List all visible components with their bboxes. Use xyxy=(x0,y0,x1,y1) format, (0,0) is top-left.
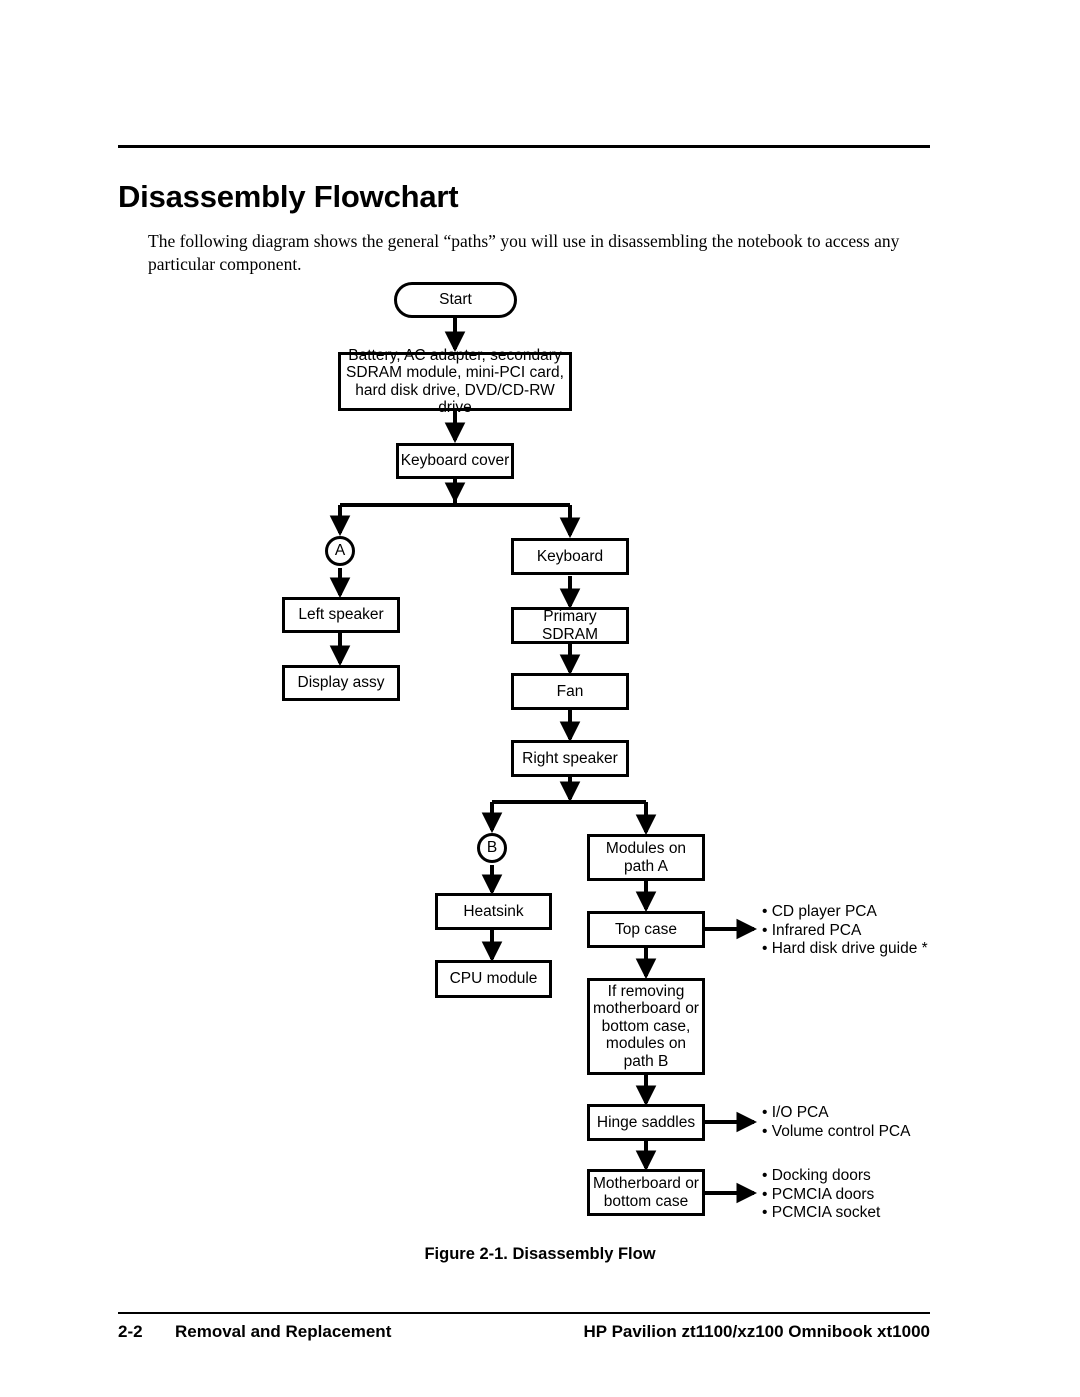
flow-node-label: Left speaker xyxy=(298,606,384,624)
flow-node-heatsink[interactable]: Heatsink xyxy=(435,893,552,930)
flow-node-display-assy[interactable]: Display assy xyxy=(282,665,400,701)
flow-node-left-speaker[interactable]: Left speaker xyxy=(282,597,400,633)
intro-paragraph: The following diagram shows the general … xyxy=(148,230,900,274)
footer-section-title: Removal and Replacement xyxy=(175,1322,392,1341)
flow-node-motherboard-bottom-case[interactable]: Motherboard or bottom case xyxy=(587,1169,705,1216)
flow-connector-a[interactable]: A xyxy=(325,536,355,566)
flow-node-label: CPU module xyxy=(449,970,538,988)
flow-node-modules-path-a[interactable]: Modules on path A xyxy=(587,834,705,881)
flow-node-label: Modules on path A xyxy=(605,840,687,875)
flow-node-start[interactable]: Start xyxy=(394,282,517,318)
page-title: Disassembly Flowchart xyxy=(118,178,459,214)
flow-node-keyboard-cover[interactable]: Keyboard cover xyxy=(396,443,514,479)
header-rule xyxy=(118,145,930,148)
footer-product-name: HP Pavilion zt1100/xz100 Omnibook xt1000 xyxy=(583,1322,930,1341)
flow-node-if-removing[interactable]: If removing motherboard or bottom case, … xyxy=(587,978,705,1075)
flow-node-label: Keyboard xyxy=(536,547,604,565)
flow-connector-b[interactable]: B xyxy=(477,833,507,863)
flow-node-label: Battery, AC adapter, secondary SDRAM mod… xyxy=(346,346,564,417)
flow-node-label: Right speaker xyxy=(522,749,618,767)
flow-node-label: Display assy xyxy=(297,674,385,692)
flow-node-label: If removing motherboard or bottom case, … xyxy=(593,982,699,1070)
flow-node-label: Heatsink xyxy=(463,902,524,920)
flow-connector-label: A xyxy=(334,542,346,559)
footer-rule xyxy=(118,1312,930,1314)
flow-node-right-speaker[interactable]: Right speaker xyxy=(511,740,629,777)
flow-node-label: Keyboard cover xyxy=(400,452,510,470)
flow-node-top-case[interactable]: Top case xyxy=(587,911,705,948)
flow-node-label: Fan xyxy=(556,682,584,700)
flow-node-label: Hinge saddles xyxy=(596,1113,696,1131)
flow-node-label: Motherboard or bottom case xyxy=(593,1175,699,1210)
footer-page-number: 2-2 xyxy=(118,1322,143,1341)
flow-node-hinge-saddles[interactable]: Hinge saddles xyxy=(587,1104,705,1141)
flow-node-keyboard[interactable]: Keyboard xyxy=(511,538,629,575)
flow-node-label: Start xyxy=(439,291,472,309)
flow-node-cpu-module[interactable]: CPU module xyxy=(435,960,552,998)
flow-connector-label: B xyxy=(486,839,498,856)
flow-node-battery[interactable]: Battery, AC adapter, secondary SDRAM mod… xyxy=(338,347,572,416)
flow-node-label: Top case xyxy=(614,920,678,938)
flow-node-label: Primary SDRAM xyxy=(542,608,598,643)
figure-caption: Figure 2-1. Disassembly Flow xyxy=(424,1245,656,1263)
annotation-top-case-parts: • CD player PCA • Infrared PCA • Hard di… xyxy=(762,903,928,957)
flow-node-primary-sdram[interactable]: Primary SDRAM xyxy=(511,607,629,644)
flow-node-fan[interactable]: Fan xyxy=(511,673,629,710)
annotation-hinge-saddles-parts: • I/O PCA • Volume control PCA xyxy=(762,1104,911,1140)
annotation-motherboard-parts: • Docking doors • PCMCIA doors • PCMCIA … xyxy=(762,1167,881,1221)
